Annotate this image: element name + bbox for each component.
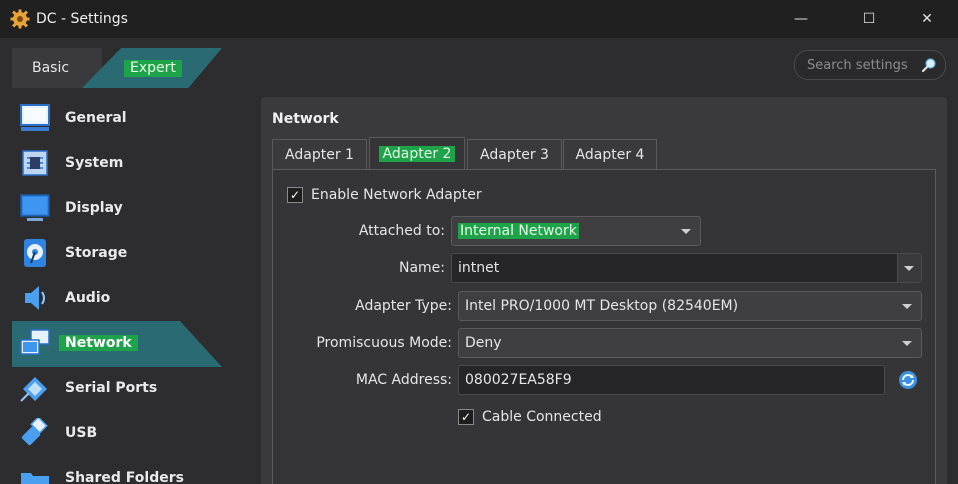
promiscuous-mode-label: Promiscuous Mode: (316, 335, 452, 351)
enable-adapter-checkbox[interactable]: ✓ (287, 187, 303, 203)
sidebar-item-display[interactable]: Display (12, 186, 232, 230)
sidebar-item-label: USB (65, 425, 98, 441)
enable-adapter-label[interactable]: Enable Network Adapter (311, 187, 482, 203)
checkmark-icon: ✓ (460, 410, 472, 424)
sidebar-item-usb[interactable]: USB (12, 411, 232, 455)
tab-label: Adapter 1 (285, 146, 354, 163)
cable-connected-label[interactable]: Cable Connected (482, 409, 602, 425)
promiscuous-mode-select[interactable]: Deny (458, 328, 922, 358)
sidebar-item-label: Shared Folders (65, 470, 184, 484)
tab-label: Adapter 2 (378, 146, 456, 162)
usb-icon (21, 418, 48, 446)
tab-adapter-2[interactable]: Adapter 2 (369, 137, 465, 170)
network-icon (20, 329, 50, 355)
sidebar-item-label: Audio (65, 290, 111, 306)
name-combobox[interactable]: intnet (451, 253, 922, 283)
sidebar-item-serial-ports[interactable]: Serial Ports (12, 366, 232, 410)
sidebar-item-audio[interactable]: Audio (12, 276, 232, 320)
maximize-icon: ☐ (862, 11, 876, 27)
adapter-type-value: Intel PRO/1000 MT Desktop (82540EM) (465, 298, 739, 314)
sidebar-item-label: Serial Ports (65, 380, 158, 396)
title-bar: DC - Settings — ☐ ✕ (0, 0, 958, 38)
mac-address-value: 080027EA58F9 (465, 372, 572, 388)
minimize-icon: — (794, 11, 808, 27)
cable-connected-checkbox[interactable]: ✓ (458, 409, 474, 425)
search-box (794, 50, 946, 80)
mac-address-label: MAC Address: (355, 372, 452, 388)
close-button[interactable]: ✕ (904, 0, 950, 38)
disc-icon (24, 239, 46, 267)
sidebar-item-general[interactable]: General (12, 96, 232, 140)
sidebar-item-label: System (65, 155, 124, 171)
network-settings-panel: Network Adapter 1 Adapter 2 Adapter 3 Ad… (261, 97, 947, 484)
sidebar-item-label: Display (65, 200, 123, 216)
tab-adapter-3[interactable]: Adapter 3 (467, 139, 562, 169)
sidebar-item-network[interactable]: Network (12, 321, 232, 367)
folder-icon (21, 473, 49, 484)
tab-label: Adapter 3 (480, 146, 549, 163)
sidebar-item-system[interactable]: System (12, 141, 232, 185)
adapter-type-label: Adapter Type: (355, 298, 452, 314)
minimize-button[interactable]: — (778, 0, 824, 38)
chip-icon (22, 150, 48, 176)
attached-to-value: Internal Network (458, 223, 579, 239)
adapter-type-select[interactable]: Intel PRO/1000 MT Desktop (82540EM) (458, 291, 922, 321)
gear-icon (10, 9, 30, 29)
chevron-down-icon (681, 229, 691, 234)
sidebar-item-storage[interactable]: Storage (12, 231, 232, 275)
chevron-down-icon (902, 304, 912, 309)
monitor-icon (20, 104, 50, 131)
tab-adapter-4[interactable]: Adapter 4 (563, 139, 657, 169)
mac-address-input[interactable]: 080027EA58F9 (458, 365, 885, 395)
chevron-down-icon (904, 266, 914, 271)
mode-expert-label[interactable]: Expert (124, 60, 182, 77)
search-icon[interactable] (921, 57, 937, 73)
tab-adapter-1[interactable]: Adapter 1 (272, 139, 367, 169)
tab-label: Adapter 4 (575, 146, 645, 163)
speaker-icon (25, 286, 45, 310)
mode-switch: Basic Expert (12, 48, 222, 88)
checkmark-icon: ✓ (289, 188, 301, 202)
maximize-button[interactable]: ☐ (846, 0, 892, 38)
chevron-down-icon (902, 341, 912, 346)
main-area: Basic Expert General System (0, 38, 958, 484)
name-dropdown-button[interactable] (897, 254, 921, 282)
panel-title: Network (272, 111, 339, 127)
attached-to-select[interactable]: Internal Network (451, 216, 701, 246)
name-value: intnet (458, 260, 500, 276)
refresh-icon[interactable] (897, 369, 919, 391)
display-icon (20, 194, 50, 221)
serial-port-icon (20, 377, 47, 402)
attached-to-label: Attached to: (358, 223, 445, 239)
mode-basic-label: Basic (32, 60, 70, 76)
adapter-tab-content: ✓ Enable Network Adapter Attached to: In… (272, 169, 936, 484)
settings-sidebar: General System Display Storage Audio Net… (12, 96, 232, 484)
sidebar-item-label: General (65, 110, 127, 126)
sidebar-item-label: Network (59, 335, 138, 351)
promiscuous-mode-value: Deny (465, 335, 502, 351)
name-label: Name: (398, 260, 445, 276)
window-title: DC - Settings (36, 11, 128, 27)
search-input[interactable] (807, 57, 915, 73)
sidebar-item-shared-folders[interactable]: Shared Folders (12, 456, 232, 484)
sidebar-item-label: Storage (65, 245, 128, 261)
close-icon: ✕ (921, 11, 933, 27)
